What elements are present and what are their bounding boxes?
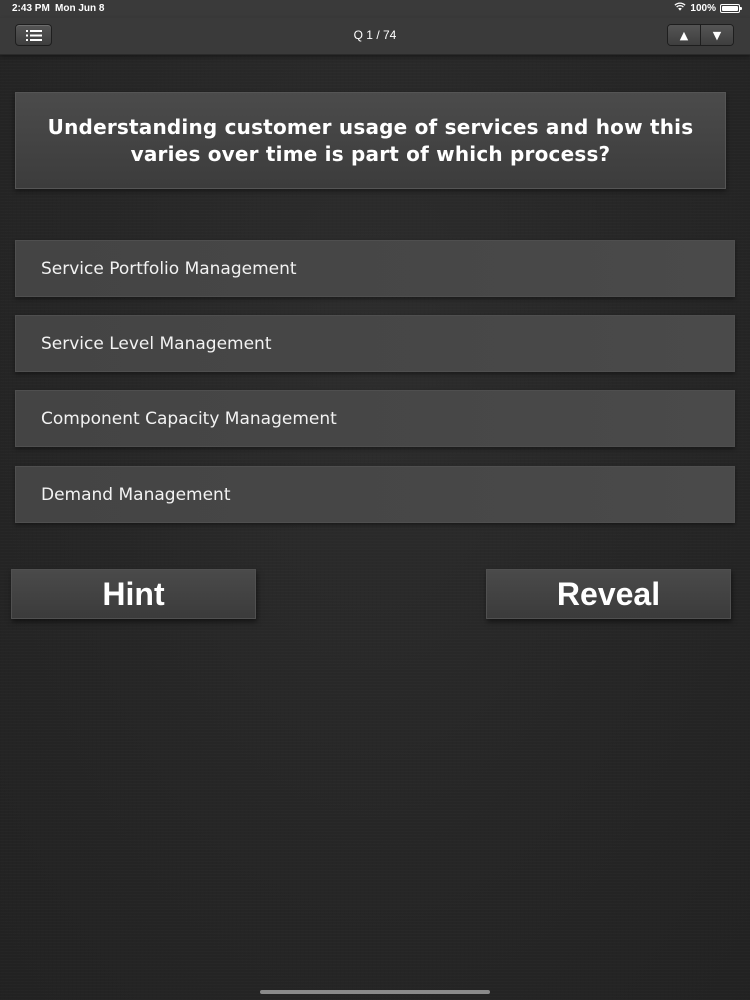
reveal-button[interactable]: Reveal: [486, 569, 731, 619]
answer-label: Service Portfolio Management: [41, 258, 297, 279]
question-nav-segmented: ▲ ▼: [667, 24, 734, 46]
question-counter: Q 1 / 74: [353, 28, 397, 42]
answer-option[interactable]: Service Level Management: [15, 315, 735, 372]
status-date: Mon Jun 8: [55, 3, 105, 14]
battery-percent: 100%: [690, 2, 716, 14]
triangle-up-icon: ▲: [679, 28, 689, 42]
quiz-screen: 2:43 PM Mon Jun 8 100% Q 1 / 74 ▲ ▼ Unde…: [0, 0, 750, 1000]
answer-option[interactable]: Component Capacity Management: [15, 390, 735, 447]
status-indicators: 100%: [674, 2, 742, 14]
triangle-down-icon: ▼: [712, 28, 722, 42]
question-card: Understanding customer usage of services…: [15, 92, 726, 189]
question-text: Understanding customer usage of services…: [47, 114, 694, 166]
hint-button[interactable]: Hint: [11, 569, 256, 619]
battery-icon: [720, 3, 742, 13]
wifi-icon: [674, 2, 686, 14]
navigation-bar: Q 1 / 74 ▲ ▼: [0, 18, 750, 55]
answer-option[interactable]: Demand Management: [15, 466, 735, 523]
answer-label: Component Capacity Management: [41, 408, 337, 429]
battery-level-fill: [722, 5, 738, 11]
status-time: 2:43 PM: [12, 3, 50, 14]
answer-label: Demand Management: [41, 484, 231, 505]
answer-option[interactable]: Service Portfolio Management: [15, 240, 735, 297]
answer-label: Service Level Management: [41, 333, 272, 354]
home-indicator: [260, 990, 490, 994]
status-bar: 2:43 PM Mon Jun 8 100%: [0, 0, 750, 18]
previous-question-button[interactable]: ▲: [668, 25, 700, 45]
next-question-button[interactable]: ▼: [700, 25, 733, 45]
